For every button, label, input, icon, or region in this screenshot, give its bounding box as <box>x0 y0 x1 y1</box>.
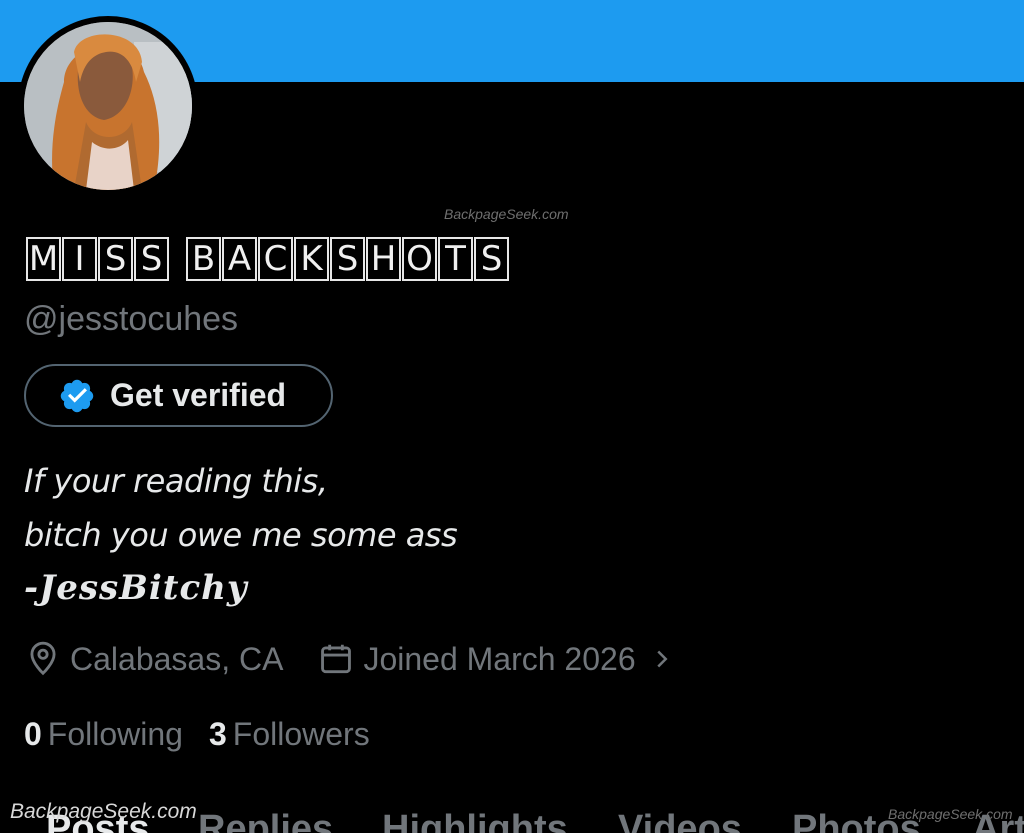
verified-badge-icon <box>60 379 94 412</box>
display-name-letter: C <box>258 237 293 281</box>
display-name-letter: S <box>134 237 169 281</box>
watermark-bottom-right: BackpageSeek.com <box>888 806 1013 822</box>
avatar[interactable] <box>24 22 192 190</box>
display-name-letter: S <box>98 237 133 281</box>
watermark-bottom-left: BackpageSeek.com <box>10 800 197 823</box>
joined-date-text[interactable]: Joined March 2026 <box>363 641 635 678</box>
profile-meta: Calabasas, CA Joined March 2026 <box>24 640 674 678</box>
profile-handle: @jesstocuhes <box>24 300 239 338</box>
followers-label[interactable]: Followers <box>233 716 370 753</box>
tab-replies[interactable]: Replies <box>198 808 333 833</box>
following-count[interactable]: 0 <box>24 716 42 753</box>
display-name-letter: H <box>366 237 401 281</box>
following-label[interactable]: Following <box>48 716 183 753</box>
display-name-letter: T <box>438 237 473 281</box>
tab-highlights[interactable]: Highlights <box>382 808 568 833</box>
bio-line-1: If your reading this, <box>24 462 328 500</box>
display-name-letter: B <box>186 237 221 281</box>
display-name-letter: S <box>330 237 365 281</box>
follow-stats: 0 Following 3 Followers <box>24 716 396 753</box>
get-verified-button[interactable]: Get verified <box>24 364 333 427</box>
get-verified-label: Get verified <box>110 377 287 413</box>
bio-signature: -JessBitchy <box>24 568 248 608</box>
profile-page: BackpageSeek.com MISSBACKSHOTS @jesstocu… <box>0 0 1024 833</box>
avatar-photo <box>24 22 192 190</box>
watermark-top: BackpageSeek.com <box>444 206 569 222</box>
display-name-letter: A <box>222 237 257 281</box>
calendar-icon <box>321 644 352 674</box>
followers-count[interactable]: 3 <box>209 716 227 753</box>
location-text: Calabasas, CA <box>70 640 284 677</box>
chevron-right-icon[interactable] <box>650 644 674 674</box>
display-name-letter: M <box>26 237 61 281</box>
display-name-letter: S <box>474 237 509 281</box>
display-name: MISSBACKSHOTS <box>26 237 510 281</box>
display-name-letter: O <box>402 237 437 281</box>
location-pin-icon <box>30 641 56 676</box>
display-name-letter: I <box>62 237 97 281</box>
display-name-letter: K <box>294 237 329 281</box>
tab-videos[interactable]: Videos <box>618 808 742 833</box>
bio-line-2: bitch you owe me some ass <box>24 516 458 554</box>
display-name-space <box>170 237 186 281</box>
